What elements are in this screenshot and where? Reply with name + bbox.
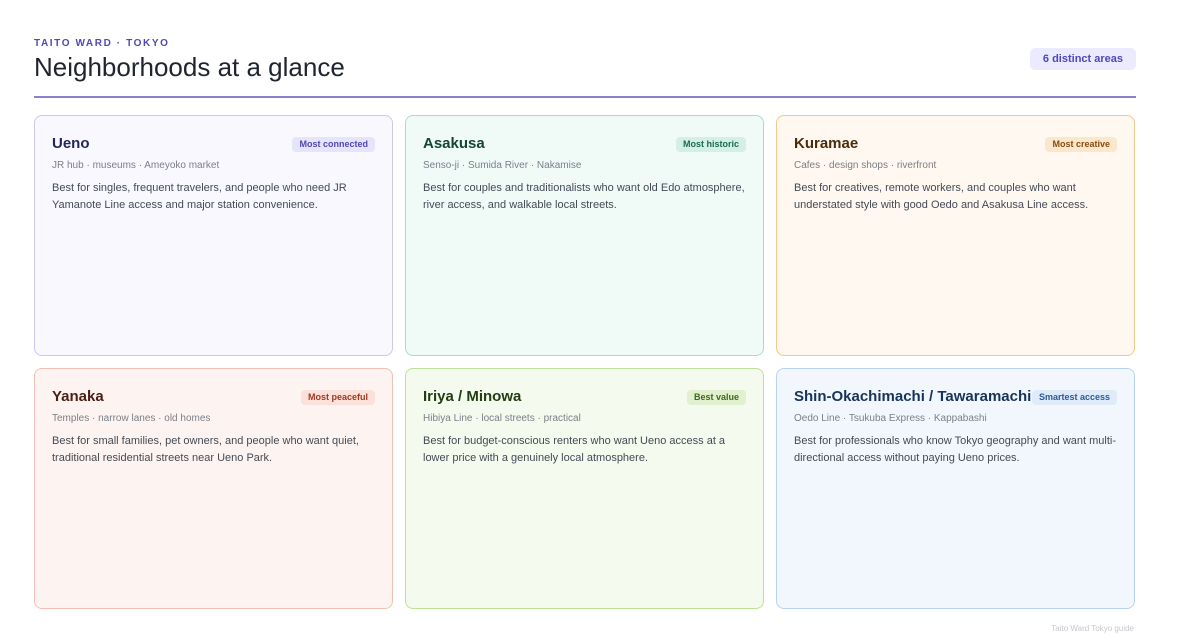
neighborhood-card-iriya-minowa: Iriya / Minowa Best value Hibiya Line · …	[405, 368, 764, 609]
card-description: Best for singles, frequent travelers, an…	[52, 182, 347, 211]
neighborhood-card-asakusa: Asakusa Most historic Senso-ji · Sumida …	[405, 115, 764, 356]
card-description: Best for professionals who know Tokyo ge…	[794, 435, 1117, 464]
card-tags: Temples · narrow lanes · old homes	[52, 413, 211, 424]
card-badge: Most connected	[292, 136, 375, 152]
card-title: Iriya / Minowa	[423, 388, 522, 405]
card-title: Shin-Okachimachi / Tawaramachi	[794, 388, 1032, 405]
card-description: Best for creatives, remote workers, and …	[794, 182, 1089, 211]
page-title: Neighborhoods at a glance	[34, 52, 345, 82]
footer-note: Taito Ward Tokyo guide	[1051, 624, 1134, 633]
card-tags: Cafes · design shops · riverfront	[794, 160, 937, 171]
neighborhood-card-yanaka: Yanaka Most peaceful Temples · narrow la…	[34, 368, 393, 609]
page: TAITO WARD · TOKYO Neighborhoods at a gl…	[34, 0, 1136, 630]
card-header: Ueno Most connected	[52, 133, 375, 155]
card-title: Ueno	[52, 135, 90, 152]
card-header: Asakusa Most historic	[423, 133, 746, 155]
area-count-badge: 6 distinct areas	[1029, 48, 1136, 70]
card-badge: Smartest access	[1031, 389, 1117, 405]
neighborhood-grid: Ueno Most connected JR hub · museums · A…	[34, 115, 1136, 609]
card-badge: Most historic	[675, 136, 746, 152]
page-header: TAITO WARD · TOKYO Neighborhoods at a gl…	[34, 36, 1136, 98]
card-badge: Most peaceful	[300, 389, 375, 405]
neighborhood-card-shin-okachimachi-tawaramachi: Shin-Okachimachi / Tawaramachi Smartest …	[776, 368, 1135, 609]
card-header: Yanaka Most peaceful	[52, 386, 375, 408]
page-eyebrow: TAITO WARD · TOKYO	[34, 38, 170, 49]
card-title: Asakusa	[423, 135, 485, 152]
card-header: Shin-Okachimachi / Tawaramachi Smartest …	[794, 386, 1117, 408]
card-description: Best for small families, pet owners, and…	[52, 435, 359, 464]
card-tags: Senso-ji · Sumida River · Nakamise	[423, 160, 582, 171]
card-description: Best for couples and traditionalists who…	[423, 182, 745, 211]
card-tags: Hibiya Line · local streets · practical	[423, 413, 581, 424]
card-title: Kuramae	[794, 135, 859, 152]
neighborhood-card-kuramae: Kuramae Most creative Cafes · design sho…	[776, 115, 1135, 356]
card-title: Yanaka	[52, 388, 104, 405]
card-tags: Oedo Line · Tsukuba Express · Kappabashi	[794, 413, 987, 424]
card-badge: Best value	[686, 389, 746, 405]
card-description: Best for budget-conscious renters who wa…	[423, 435, 726, 464]
card-header: Kuramae Most creative	[794, 133, 1117, 155]
card-badge: Most creative	[1045, 136, 1117, 152]
card-header: Iriya / Minowa Best value	[423, 386, 746, 408]
neighborhood-card-ueno: Ueno Most connected JR hub · museums · A…	[34, 115, 393, 356]
card-tags: JR hub · museums · Ameyoko market	[52, 160, 220, 171]
